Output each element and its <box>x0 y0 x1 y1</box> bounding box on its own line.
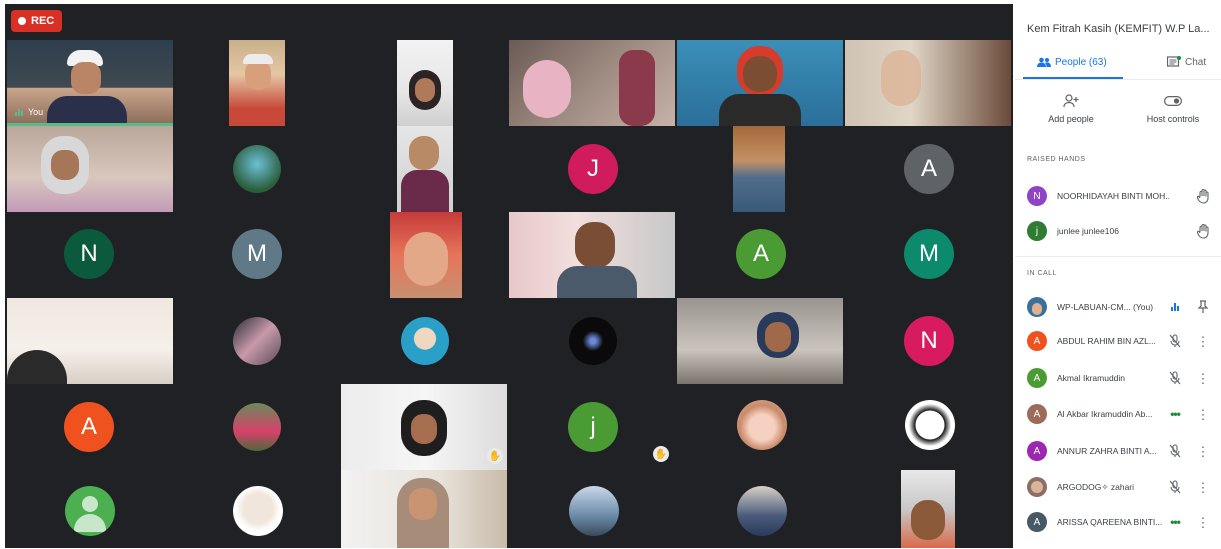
video-tile[interactable] <box>397 126 453 212</box>
more-options-icon[interactable]: ⋮ <box>1195 514 1211 530</box>
video-tile[interactable] <box>901 470 955 548</box>
video-tile-you[interactable]: You <box>7 40 173 126</box>
pin-icon[interactable] <box>1195 299 1211 315</box>
recording-label: REC <box>31 15 55 27</box>
chat-icon <box>1167 56 1181 67</box>
participant-row[interactable]: A Akmal Ikramuddin ⋮ <box>1027 367 1221 389</box>
video-tile[interactable] <box>390 212 462 298</box>
more-options-icon[interactable]: ⋮ <box>1195 443 1211 459</box>
tab-chat[interactable]: Chat <box>1167 52 1206 72</box>
add-person-icon <box>1063 94 1079 108</box>
participant-photo[interactable] <box>737 400 787 450</box>
video-tile[interactable] <box>677 298 843 384</box>
avatar <box>1027 297 1047 317</box>
avatar <box>1027 477 1047 497</box>
host-controls-button[interactable]: Host controls <box>1128 92 1218 124</box>
mic-off-icon <box>1167 370 1183 386</box>
divider <box>1015 79 1221 80</box>
participant-photo[interactable] <box>233 403 281 451</box>
add-people-button[interactable]: Add people <box>1026 92 1116 124</box>
participant-photo[interactable] <box>233 486 283 536</box>
video-tile[interactable] <box>7 298 173 384</box>
raised-hands-header: RAISED HANDS <box>1027 156 1086 163</box>
speaking-indicator-icon <box>1167 299 1183 315</box>
more-options-icon[interactable]: ⋮ <box>1195 479 1211 495</box>
raised-hand-row[interactable]: N NOORHIDAYAH BINTI MOH... <box>1027 185 1221 207</box>
more-options-icon[interactable]: ⋮ <box>1195 333 1211 349</box>
participant-avatar[interactable]: M <box>232 229 282 279</box>
video-tile[interactable] <box>733 126 785 212</box>
toggle-icon <box>1164 96 1182 106</box>
participant-photo[interactable] <box>569 317 617 365</box>
video-tile[interactable] <box>397 40 453 126</box>
video-grid: REC You J A N M A M N A ✋ j ✋ <box>5 4 1013 548</box>
participant-row[interactable]: A ARISSA QAREENA BINTI... ••• ⋮ <box>1027 511 1221 533</box>
record-dot-icon <box>18 17 26 25</box>
participant-photo[interactable] <box>905 400 955 450</box>
divider <box>1015 256 1221 257</box>
more-options-icon[interactable]: ⋮ <box>1195 406 1211 422</box>
people-panel: Kem Fitrah Kasih (KEMFIT) W.P La... Peop… <box>1015 0 1221 549</box>
participant-row[interactable]: WP-LABUAN-CM... (You) <box>1027 296 1221 318</box>
you-label: You <box>15 107 43 117</box>
raised-hand-icon: ✋ <box>653 446 669 462</box>
participant-avatar[interactable]: N <box>904 316 954 366</box>
avatar: N <box>1027 186 1047 206</box>
participant-avatar[interactable]: A <box>64 402 114 452</box>
avatar: A <box>1027 441 1047 461</box>
tab-chat-label: Chat <box>1185 56 1207 68</box>
tab-people[interactable]: People (63) <box>1037 52 1107 72</box>
video-tile[interactable] <box>509 40 675 126</box>
participant-avatar[interactable]: j <box>568 402 618 452</box>
people-icon <box>1037 57 1051 67</box>
avatar: j <box>1027 221 1047 241</box>
participant-avatar[interactable]: A <box>904 144 954 194</box>
speaking-indicator-icon <box>15 108 23 116</box>
video-tile[interactable] <box>509 212 675 298</box>
avatar: A <box>1027 512 1047 532</box>
participant-photo[interactable] <box>569 486 619 536</box>
mic-off-icon <box>1167 479 1183 495</box>
video-tile[interactable] <box>7 126 173 212</box>
participant-row[interactable]: ARGODOG✧ zahari ⋮ <box>1027 476 1221 498</box>
meeting-title: Kem Fitrah Kasih (KEMFIT) W.P La... <box>1027 23 1210 35</box>
participant-photo[interactable] <box>401 317 449 365</box>
participant-row[interactable]: A ANNUR ZAHRA BINTI A... ⋮ <box>1027 440 1221 462</box>
participant-row[interactable]: A Al Akbar Ikramuddin Ab... ••• ⋮ <box>1027 403 1221 425</box>
participant-avatar[interactable]: J <box>568 144 618 194</box>
participant-row[interactable]: A ABDUL RAHIM BIN AZL... ⋮ <box>1027 330 1221 352</box>
raised-hand-icon: ✋ <box>487 448 503 464</box>
avatar: A <box>1027 404 1047 424</box>
audio-dots-icon: ••• <box>1170 407 1181 421</box>
participant-photo[interactable] <box>737 486 787 536</box>
participant-avatar[interactable]: A <box>736 229 786 279</box>
mic-off-icon <box>1167 333 1183 349</box>
mic-off-icon <box>1167 443 1183 459</box>
participant-avatar[interactable]: M <box>904 229 954 279</box>
more-options-icon[interactable]: ⋮ <box>1195 370 1211 386</box>
recording-badge[interactable]: REC <box>11 10 63 32</box>
tab-people-label: People (63) <box>1055 56 1107 68</box>
participant-avatar[interactable]: N <box>64 229 114 279</box>
participant-photo[interactable] <box>233 145 281 193</box>
video-tile[interactable] <box>677 40 843 126</box>
video-tile[interactable]: ✋ <box>341 384 507 470</box>
avatar: A <box>1027 331 1047 351</box>
add-people-label: Add people <box>1048 114 1094 124</box>
raised-hand-icon[interactable] <box>1195 222 1213 240</box>
avatar: A <box>1027 368 1047 388</box>
raised-hand-row[interactable]: j junlee junlee106 <box>1027 220 1221 242</box>
raised-hand-icon[interactable] <box>1195 187 1213 205</box>
participant-photo[interactable] <box>233 317 281 365</box>
video-tile[interactable] <box>341 470 507 548</box>
host-controls-label: Host controls <box>1146 114 1200 124</box>
top-bar: REC <box>5 4 1013 40</box>
audio-dots-icon: ••• <box>1170 515 1181 529</box>
participant-photo[interactable] <box>65 486 115 536</box>
video-tile[interactable] <box>229 40 285 126</box>
video-tile[interactable] <box>845 40 1011 126</box>
in-call-header: IN CALL <box>1027 270 1057 277</box>
